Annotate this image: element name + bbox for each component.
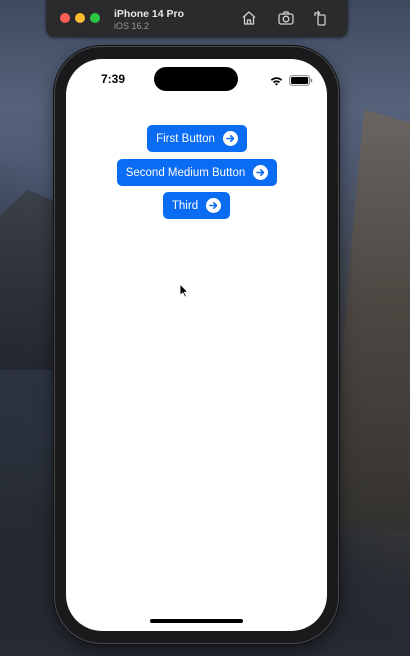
wifi-icon [270, 73, 283, 86]
close-window-button[interactable] [60, 13, 70, 23]
status-time: 7:39 [101, 72, 126, 86]
zoom-window-button[interactable] [90, 13, 100, 23]
screenshot-icon[interactable] [277, 9, 295, 27]
second-medium-button[interactable]: Second Medium Button [117, 159, 277, 186]
arrow-right-circle-icon [206, 198, 222, 213]
device-os-version: iOS 16.2 [114, 21, 150, 31]
second-button-label: Second Medium Button [125, 166, 246, 179]
first-button-label: First Button [156, 132, 215, 145]
home-icon[interactable] [240, 9, 258, 27]
simulator-toolbar: iPhone 14 Pro iOS 16.2 [46, 0, 348, 37]
minimize-window-button[interactable] [75, 13, 85, 23]
status-icons [270, 73, 318, 86]
phone-screen: 7:39 First Button Second Medium Button T… [66, 59, 327, 631]
dynamic-island [154, 67, 238, 91]
device-name: iPhone 14 Pro [114, 8, 185, 20]
arrow-right-circle-icon [222, 131, 238, 146]
arrow-right-circle-icon [253, 165, 269, 180]
battery-icon [289, 73, 313, 86]
third-button-label: Third [171, 199, 199, 212]
wallpaper-rock-left [0, 190, 62, 370]
rotate-icon[interactable] [312, 9, 330, 27]
iphone-frame: 7:39 First Button Second Medium Button T… [55, 47, 338, 643]
wallpaper-rock-right [336, 110, 410, 530]
mouse-cursor-icon [179, 283, 189, 298]
home-indicator[interactable] [150, 619, 243, 623]
third-button[interactable]: Third [163, 192, 230, 219]
first-button[interactable]: First Button [147, 125, 247, 152]
